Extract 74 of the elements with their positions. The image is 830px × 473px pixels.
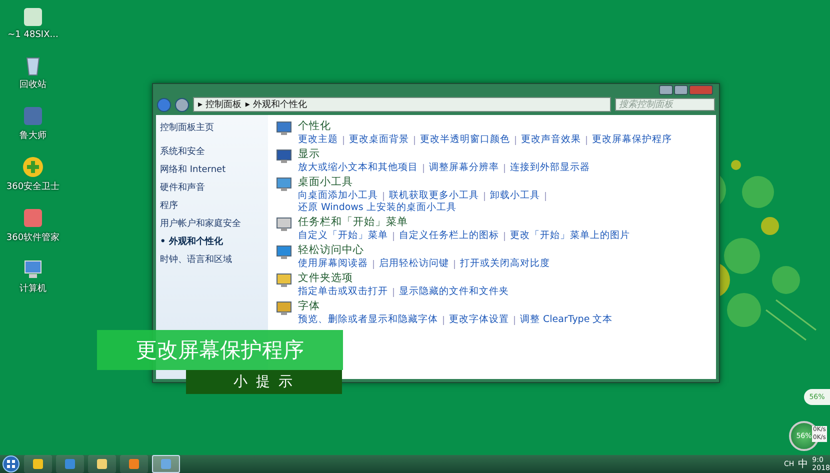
search-field[interactable]: 搜索控制面板: [615, 98, 715, 111]
desktop-icon-label[interactable]: 回收站: [20, 78, 46, 91]
app-icon: [32, 458, 44, 470]
category-title[interactable]: 个性化: [298, 120, 672, 133]
computer-icon[interactable]: [22, 258, 44, 280]
control-panel-icon[interactable]: [276, 244, 292, 260]
sidebar-link[interactable]: 用户帐户和家庭安全: [160, 217, 264, 230]
app-icon: [96, 458, 108, 470]
task-link[interactable]: 还原 Windows 上安装的桌面小工具: [298, 202, 456, 214]
desktop-icon-label[interactable]: 360软件管家: [6, 231, 60, 244]
task-link[interactable]: 卸载小工具: [490, 190, 540, 202]
desktop-icon-label[interactable]: 360安全卫士: [6, 180, 60, 193]
task-link[interactable]: 打开或关闭高对比度: [460, 258, 550, 270]
app-icon: [128, 458, 140, 470]
app-icon: [64, 458, 76, 470]
control-panel-icon[interactable]: [276, 300, 292, 316]
forward-button[interactable]: [175, 98, 189, 112]
category-title[interactable]: 字体: [298, 300, 613, 313]
category-title[interactable]: 桌面小工具: [298, 176, 708, 189]
taskbar-app[interactable]: [152, 455, 180, 473]
sidebar-link[interactable]: 程序: [160, 199, 264, 212]
control-panel-icon[interactable]: [276, 148, 292, 164]
address-bar[interactable]: ▸ 控制面板 ▸ 外观和个性化: [193, 97, 611, 112]
sidebar-link[interactable]: 系统和安全: [160, 145, 264, 158]
desktop-icon-label[interactable]: 鲁大师: [20, 129, 46, 142]
taskbar-app[interactable]: [120, 455, 148, 473]
task-link[interactable]: 预览、删除或者显示和隐藏字体: [298, 314, 438, 326]
taskbar-app[interactable]: [24, 455, 52, 473]
minimize-button[interactable]: [659, 85, 673, 95]
task-link[interactable]: 放大或缩小文本和其他项目: [298, 162, 418, 174]
category-title[interactable]: 显示: [298, 148, 590, 161]
control-panel-icon[interactable]: [276, 272, 292, 288]
taskbar-app[interactable]: [88, 455, 116, 473]
task-link[interactable]: 更改「开始」菜单上的图片: [510, 230, 630, 242]
task-link[interactable]: 更改屏幕保护程序: [592, 134, 672, 146]
task-link[interactable]: 更改声音效果: [521, 134, 581, 146]
desktop-icon-label[interactable]: 计算机: [20, 282, 46, 295]
app-icon: [160, 458, 172, 470]
caption-banner: 更改屏幕保护程序: [97, 330, 343, 370]
task-link[interactable]: 使用屏幕阅读器: [298, 258, 368, 270]
sidebar-link[interactable]: 硬件和声音: [160, 181, 264, 194]
sidebar-link[interactable]: • 外观和个性化: [160, 235, 264, 248]
control-panel-icon[interactable]: [276, 216, 292, 232]
sidebar-link[interactable]: 时钟、语言和区域: [160, 253, 264, 266]
task-link[interactable]: 更改桌面背景: [349, 134, 409, 146]
task-link[interactable]: 调整 ClearType 文本: [520, 314, 613, 326]
shield-icon[interactable]: [22, 156, 44, 178]
task-link[interactable]: 连接到外部显示器: [510, 162, 590, 174]
task-link[interactable]: 启用轻松访问键: [379, 258, 449, 270]
category-title[interactable]: 任务栏和「开始」菜单: [298, 216, 630, 229]
app-icon[interactable]: [22, 6, 44, 28]
ime-indicator[interactable]: 中: [798, 457, 808, 471]
category-title[interactable]: 文件夹选项: [298, 272, 509, 285]
task-link[interactable]: 自定义任务栏上的图标: [399, 230, 499, 242]
sidebar-link[interactable]: 控制面板主页: [160, 121, 264, 134]
desktop-icon-label[interactable]: ~1 48SIX...: [8, 30, 58, 40]
start-button[interactable]: [2, 455, 20, 473]
sidebar-link[interactable]: 网络和 Internet: [160, 163, 264, 176]
task-link[interactable]: 调整屏幕分辨率: [429, 162, 499, 174]
task-link[interactable]: 更改半透明窗口颜色: [420, 134, 510, 146]
task-link[interactable]: 联机获取更多小工具: [388, 190, 479, 202]
task-link[interactable]: 更改字体设置: [449, 314, 509, 326]
task-link[interactable]: 更改主题: [298, 134, 338, 146]
task-link[interactable]: 自定义「开始」菜单: [298, 230, 388, 242]
control-panel-icon[interactable]: [276, 176, 292, 192]
category-title[interactable]: 轻松访问中心: [298, 244, 550, 257]
taskbar-app[interactable]: [56, 455, 84, 473]
task-link[interactable]: 向桌面添加小工具: [298, 190, 378, 202]
back-button[interactable]: [157, 98, 171, 112]
maximize-button[interactable]: [674, 85, 688, 95]
tip-banner: 小 提 示: [186, 370, 342, 394]
task-link[interactable]: 显示隐藏的文件和文件夹: [399, 286, 509, 298]
control-panel-icon[interactable]: [276, 120, 292, 136]
task-link[interactable]: 指定单击或双击打开: [298, 286, 388, 298]
